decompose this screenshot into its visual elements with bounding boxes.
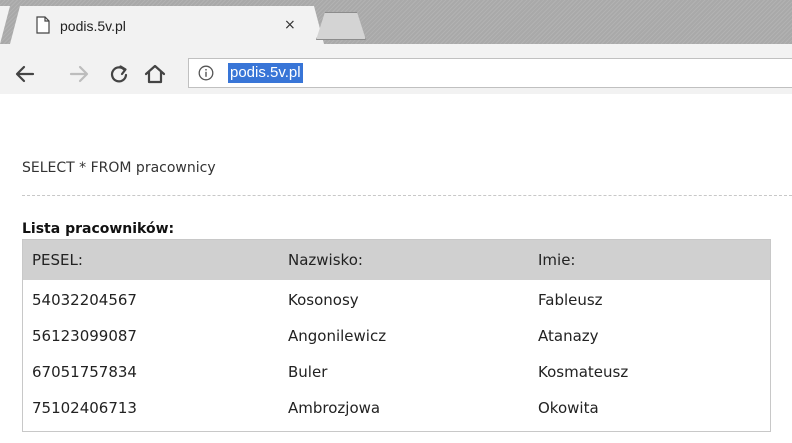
header-nazwisko: Nazwisko:	[288, 251, 363, 269]
cell-pesel: 67051757834	[32, 363, 137, 381]
employees-table: PESEL: Nazwisko: Imie: 54032204567 Koson…	[22, 239, 771, 432]
url-text[interactable]: podis.5v.pl	[228, 63, 303, 83]
cell-imie: Atanazy	[538, 327, 599, 345]
cell-nazwisko: Kosonosy	[288, 291, 359, 309]
cell-pesel: 56123099087	[32, 327, 137, 345]
cell-imie: Kosmateusz	[538, 363, 629, 381]
list-title: Lista pracowników:	[22, 221, 175, 237]
tab-strip: podis.5v.pl ×	[0, 0, 792, 44]
cell-pesel: 75102406713	[32, 399, 137, 417]
back-icon[interactable]	[14, 64, 36, 84]
cell-nazwisko: Ambrozjowa	[288, 399, 381, 417]
sql-query-text: SELECT * FROM pracownicy	[22, 160, 216, 176]
reload-icon[interactable]	[108, 64, 130, 84]
forward-icon[interactable]	[68, 64, 90, 84]
tab-active[interactable]	[10, 6, 324, 44]
info-icon[interactable]	[198, 65, 214, 81]
header-pesel: PESEL:	[32, 251, 83, 269]
dashed-divider	[22, 195, 792, 196]
tab-strip-edge	[0, 6, 10, 44]
page-icon	[36, 16, 50, 34]
home-icon[interactable]	[144, 64, 166, 84]
cell-pesel: 54032204567	[32, 291, 137, 309]
cell-imie: Fableusz	[538, 291, 603, 309]
new-tab-button[interactable]	[316, 12, 366, 40]
header-imie: Imie:	[538, 251, 576, 269]
table-header: PESEL: Nazwisko: Imie:	[23, 240, 770, 280]
cell-nazwisko: Angonilewicz	[288, 327, 387, 345]
tab-title: podis.5v.pl	[60, 18, 126, 34]
close-icon[interactable]: ×	[284, 17, 296, 33]
cell-imie: Okowita	[538, 399, 599, 417]
cell-nazwisko: Buler	[288, 363, 328, 381]
